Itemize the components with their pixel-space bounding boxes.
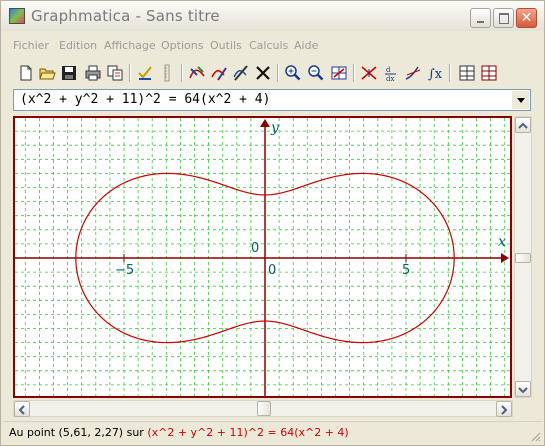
title-bar[interactable]: Graphmatica - Sans titre ✕	[1, 1, 544, 31]
svg-text:dx: dx	[386, 75, 394, 82]
graph-edit-icon	[189, 66, 205, 79]
graphmatica-window: Graphmatica - Sans titre ✕ Fichier Editi…	[0, 0, 545, 446]
scroll-down-button[interactable]	[515, 381, 531, 397]
derivative-button[interactable]: d dx	[381, 62, 401, 84]
equation-dropdown-button[interactable]	[512, 91, 529, 109]
graph-edit-button[interactable]	[187, 62, 207, 84]
new-file-icon	[20, 65, 32, 81]
check-icon	[138, 66, 152, 80]
vertical-scroll-thumb[interactable]	[515, 253, 531, 263]
graph-erase-button[interactable]	[231, 62, 251, 84]
graph-pen-icon	[211, 67, 227, 81]
clear-button[interactable]	[253, 62, 273, 84]
save-button[interactable]	[59, 62, 79, 84]
menu-edition[interactable]: Edition	[59, 39, 97, 52]
graph-pen-button[interactable]	[209, 62, 229, 84]
intersection-button[interactable]	[359, 62, 379, 84]
menu-calculs[interactable]: Calculs	[249, 39, 288, 52]
toolbar-separator	[353, 64, 355, 82]
zoom-out-icon	[308, 65, 324, 81]
grid-lines	[15, 118, 510, 396]
intersection-icon	[361, 66, 377, 80]
toolbar-separator	[181, 64, 183, 82]
toolbar: d dx ∫x	[11, 60, 541, 88]
status-message: Au point (5,61, 2,27) sur (x^2 + y^2 + 1…	[9, 426, 349, 439]
x-axis-arrow	[501, 253, 509, 263]
x-tick-label-5: 5	[402, 263, 410, 278]
menu-options[interactable]: Options	[161, 39, 203, 52]
chevron-down-icon	[518, 387, 528, 394]
toolbar-separator	[277, 64, 279, 82]
grid-icon	[331, 66, 347, 80]
save-disk-icon	[62, 66, 76, 80]
x-tick-label-neg5: −5	[115, 263, 134, 278]
table-icon	[459, 65, 475, 81]
integral-button[interactable]: ∫x	[425, 62, 445, 84]
scroll-right-button[interactable]	[496, 401, 512, 417]
chevron-up-icon	[518, 122, 528, 129]
menu-affichage[interactable]: Affichage	[104, 39, 156, 52]
horizontal-scroll-thumb[interactable]	[257, 401, 271, 416]
svg-text:∫x: ∫x	[428, 67, 443, 82]
menu-fichier[interactable]: Fichier	[13, 39, 49, 52]
data-table-icon	[481, 65, 497, 81]
new-file-button[interactable]	[16, 62, 36, 84]
print-icon	[85, 65, 101, 81]
x-tick-label-0: 0	[268, 263, 276, 278]
zoom-in-button[interactable]	[283, 62, 303, 84]
derivative-icon: ddx	[385, 66, 396, 82]
graph-erase-icon	[233, 65, 248, 81]
table-button[interactable]	[457, 62, 477, 84]
zoom-in-icon	[285, 65, 301, 81]
resize-grip-icon[interactable]	[529, 430, 541, 442]
copy-icon	[107, 65, 123, 81]
check-button[interactable]	[135, 62, 155, 84]
status-point: Au point (5,61, 2,27) sur	[9, 426, 144, 439]
vertical-scrollbar[interactable]	[514, 116, 532, 398]
x-axis-label: x	[498, 234, 506, 250]
close-x-icon	[256, 66, 270, 80]
scroll-left-button[interactable]	[14, 401, 30, 417]
copy-button[interactable]	[105, 62, 125, 84]
zoom-out-button[interactable]	[306, 62, 326, 84]
menu-aide[interactable]: Aide	[294, 39, 318, 52]
app-icon	[9, 8, 25, 24]
y-axis-label: y	[270, 120, 280, 136]
equation-combobox[interactable]: (x^2 + y^2 + 11)^2 = 64(x^2 + 4)	[13, 89, 531, 111]
window-title: Graphmatica - Sans titre	[31, 7, 220, 25]
svg-text:d: d	[386, 66, 391, 74]
menu-bar: Fichier Edition Affichage Options Outils…	[3, 36, 543, 56]
toolbar-separator	[449, 64, 451, 82]
minimize-button[interactable]	[470, 8, 491, 28]
equation-input-value[interactable]: (x^2 + y^2 + 11)^2 = 64(x^2 + 4)	[20, 92, 270, 107]
status-bar: Au point (5,61, 2,27) sur (x^2 + y^2 + 1…	[3, 421, 543, 444]
status-equation: (x^2 + y^2 + 11)^2 = 64(x^2 + 4)	[147, 426, 349, 439]
tangent-button[interactable]	[403, 62, 423, 84]
horizontal-scrollbar[interactable]	[13, 400, 513, 417]
chevron-right-icon	[501, 405, 508, 415]
integral-icon: ∫x	[428, 67, 443, 82]
y-axis-arrow	[260, 119, 270, 127]
ruler-icon	[164, 64, 170, 82]
y-tick-label-0: 0	[251, 241, 259, 256]
open-folder-icon	[39, 68, 56, 80]
scroll-up-button[interactable]	[515, 117, 531, 133]
maximize-button[interactable]	[493, 8, 514, 28]
close-button[interactable]: ✕	[516, 8, 537, 28]
chevron-left-icon	[18, 405, 25, 415]
toolbar-separator	[129, 64, 131, 82]
grid-button[interactable]	[329, 62, 349, 84]
close-icon: ✕	[520, 10, 533, 26]
data-table-button[interactable]	[479, 62, 499, 84]
graph-canvas[interactable]: x y −5 0 5 0	[15, 118, 510, 396]
menu-outils[interactable]: Outils	[210, 39, 242, 52]
ruler-button[interactable]	[157, 62, 177, 84]
print-button[interactable]	[83, 62, 103, 84]
open-button[interactable]	[37, 62, 57, 84]
tangent-icon	[405, 66, 421, 80]
